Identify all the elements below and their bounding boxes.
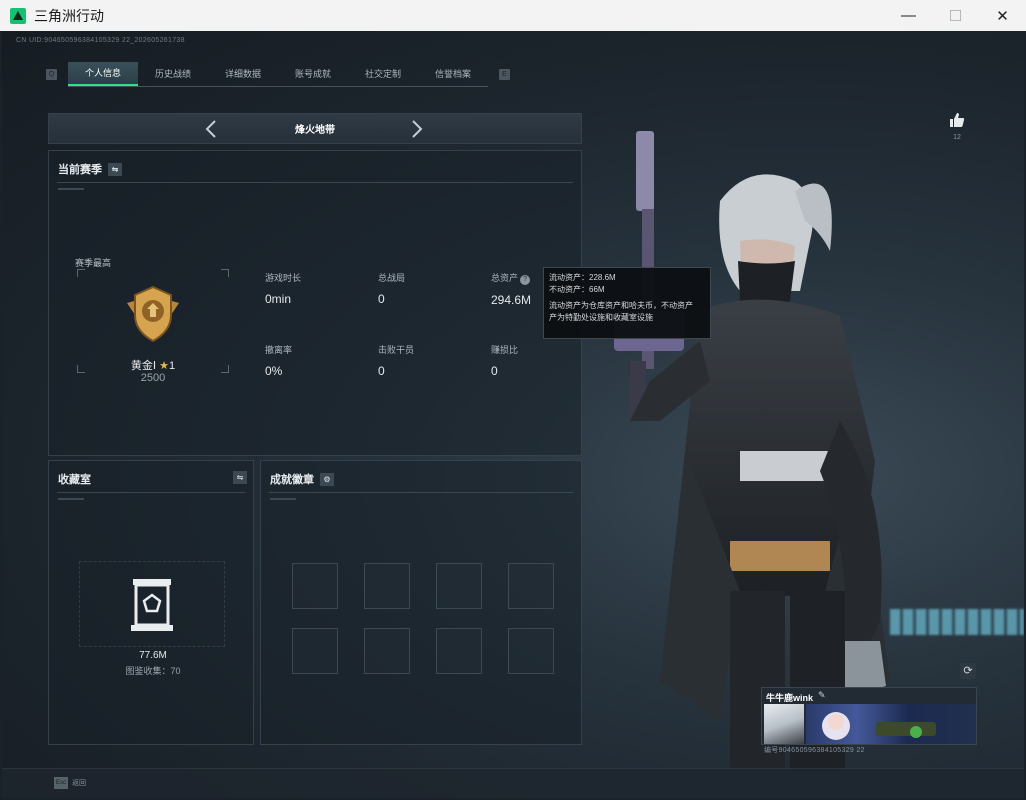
gear-icon[interactable]: ⚙ (320, 472, 334, 486)
stat-label-text: 总资产 (491, 273, 519, 283)
badges-title-text: 成就徽章 (270, 474, 314, 486)
background-light (890, 609, 1024, 635)
stat-total-matches: 总战局 0 (378, 271, 478, 306)
rank-stars: 1 (169, 360, 176, 372)
maximize-button[interactable]: ☐ (932, 0, 979, 31)
player-card[interactable]: 牛牛鹿wink ✎ (761, 687, 977, 745)
badges-panel: 成就徽章 ⚙ (260, 460, 582, 745)
collection-value: 77.6M (139, 650, 167, 661)
window-controls: — ☐ ✕ (885, 0, 1026, 31)
badges-title: 成就徽章 ⚙ (270, 471, 334, 487)
refresh-icon[interactable]: ⟳ (960, 663, 976, 679)
mode-label: 烽火地带 (295, 125, 335, 136)
rank-name: 黄金Ⅰ ★1 (109, 357, 197, 373)
esc-key[interactable]: Esc (54, 777, 68, 789)
assets-tooltip: 流动资产：228.6M 不动资产：66M 流动资产为仓库资产和哈夫币，不动资产 … (543, 267, 711, 339)
season-title: 当前赛季 ⇋ (58, 161, 122, 177)
collection-panel: 收藏室 ⇋ 77.6M 图鉴收集：70 (48, 460, 254, 745)
game-viewport: CN UID:904650596384105329 22_20260526173… (2, 31, 1024, 798)
stat-label: 赚损比 (491, 345, 519, 355)
rank-name-text: 黄金Ⅰ (130, 360, 157, 372)
season-title-text: 当前赛季 (58, 164, 102, 176)
window-title: 三角洲行动 (34, 7, 104, 24)
badge-slot[interactable] (292, 628, 338, 674)
stat-value: 0 (378, 364, 385, 378)
close-button[interactable]: ✕ (979, 0, 1026, 31)
mode-next-chevron-icon[interactable] (411, 120, 423, 143)
player-uid: 编号904650596384105329 22 (764, 747, 865, 754)
star-icon: ★ (159, 360, 170, 372)
stat-kills: 击败干员 0 (378, 343, 478, 378)
tab-prev-key[interactable]: Q (46, 68, 57, 80)
tab-item[interactable]: 详细数据 (208, 62, 278, 86)
badge-slot[interactable] (292, 563, 338, 609)
mode-prev-chevron-icon[interactable] (205, 120, 217, 143)
player-name: 牛牛鹿wink (766, 693, 814, 703)
badge-slot[interactable] (436, 563, 482, 609)
collection-title: 收藏室 (58, 474, 91, 486)
help-icon[interactable]: ? (520, 275, 531, 285)
collection-count: 图鉴收集：70 (125, 666, 181, 676)
stat-label: 击败干员 (378, 345, 415, 355)
tab-list: 个人信息 历史战绩 详细数据 账号成就 社交定制 信誉档案 (68, 61, 488, 87)
rank-score: 2500 (140, 372, 166, 384)
tooltip-line: 流动资产为仓库资产和哈夫币，不动资产 (549, 301, 693, 310)
tab-item[interactable]: 历史战绩 (138, 62, 208, 86)
stat-label: 撤离率 (265, 345, 293, 355)
badge-slot[interactable] (364, 563, 410, 609)
divider (57, 182, 573, 183)
title-bar: 三角洲行动 — ☐ ✕ (0, 0, 1026, 31)
tooltip-line: 产为特勤处设施和收藏室设施 (549, 313, 653, 322)
bottom-bar: Esc 返回 (2, 768, 1024, 798)
divider (58, 498, 84, 500)
stat-value: 0 (491, 364, 498, 378)
divider (270, 498, 296, 500)
minimize-button[interactable]: — (885, 0, 932, 31)
tab-item[interactable]: 个人信息 (68, 61, 138, 86)
operator-character-image (614, 131, 890, 771)
tab-item[interactable]: 账号成就 (278, 62, 348, 86)
tooltip-line: 流动资产：228.6M (549, 273, 616, 282)
player-avatar[interactable] (764, 704, 804, 744)
season-panel: 当前赛季 ⇋ 赛季最高 黄金Ⅰ ★1 2500 游戏时长 0min 总战局 0 … (48, 150, 582, 456)
vault-icon (129, 577, 175, 638)
stat-value: 0 (378, 292, 385, 306)
tab-item[interactable]: 社交定制 (348, 62, 418, 86)
tab-bar: Q 个人信息 历史战绩 详细数据 账号成就 社交定制 信誉档案 E (46, 61, 510, 87)
swap-icon[interactable]: ⇋ (233, 471, 247, 484)
uid-label: CN UID:904650596384105329 22_20260526173… (16, 37, 185, 44)
stat-value: 0min (265, 292, 292, 306)
season-best-label: 赛季最高 (75, 258, 112, 268)
tooltip-line: 不动资产：66M (549, 285, 605, 294)
stat-label: 总战局 (378, 273, 406, 283)
stat-value: 0% (265, 364, 283, 378)
app-logo-icon (10, 7, 26, 24)
esc-label: 返回 (72, 780, 86, 787)
swap-icon[interactable]: ⇋ (108, 162, 122, 176)
stat-profit-ratio: 赚损比 0 (491, 343, 591, 378)
badge-slot[interactable] (364, 628, 410, 674)
gold-rank-emblem-icon (121, 281, 185, 350)
like-count: 12 (953, 134, 961, 141)
stat-play-time: 游戏时长 0min (265, 271, 365, 306)
mode-selector: 烽火地带 (48, 113, 582, 144)
badge-slot[interactable] (508, 563, 554, 609)
badge-slot[interactable] (436, 628, 482, 674)
player-banner (806, 704, 976, 744)
divider (269, 492, 573, 493)
stat-extract-rate: 撤离率 0% (265, 343, 365, 378)
stat-label: 游戏时长 (265, 273, 302, 283)
edit-icon[interactable]: ✎ (818, 690, 826, 701)
divider (58, 188, 84, 190)
tab-item[interactable]: 信誉档案 (418, 62, 488, 86)
tab-next-key[interactable]: E (499, 68, 510, 80)
badge-slot[interactable] (508, 628, 554, 674)
divider (57, 492, 245, 493)
thumbs-up-icon[interactable] (948, 111, 966, 134)
